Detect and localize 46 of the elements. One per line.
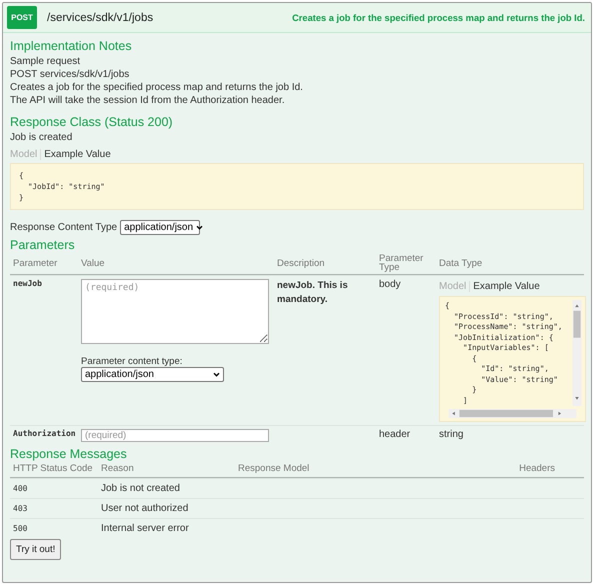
section-heading: Response Messages — [10, 447, 128, 461]
caret-icon — [196, 225, 204, 230]
column-header: Data Type — [439, 258, 484, 268]
data-type: string — [439, 429, 464, 440]
parameter-type: header — [379, 429, 410, 440]
content-type-label: Parameter content type: — [81, 356, 182, 367]
column-header: Response Model — [238, 463, 310, 474]
model-tab[interactable]: Example Value — [473, 281, 543, 292]
endpoint-summary: Creates a job for the specified process map and returns the job Id. — [292, 12, 585, 22]
section-heading: Parameters — [10, 238, 76, 252]
response-reason: Internal server error — [101, 523, 190, 534]
column-header: HTTP Status Code — [13, 463, 94, 474]
column-header: Reason — [101, 463, 135, 474]
status-code: 403 — [13, 504, 28, 513]
response-reason: User not authorized — [101, 503, 190, 514]
parameter-description: newJob. This is mandatory. — [277, 280, 348, 305]
note-line: Creates a job for the specified process map and returns the job Id. — [10, 81, 304, 94]
section-heading: Implementation Notes — [10, 39, 133, 53]
content-type-select[interactable]: application/json — [120, 220, 200, 235]
try-it-out-button[interactable]: Try it out! — [10, 539, 62, 560]
column-header: Description — [277, 258, 326, 268]
operation-header[interactable]: POST /services/sdk/v1/jobs Creates a job for the specified process map and returns the job Id. — [3, 3, 591, 33]
section-heading: Response Class (Status 200) — [10, 115, 174, 129]
content-type-label: Response Content Type — [10, 221, 118, 234]
parameter-textarea[interactable]: (required) — [81, 279, 269, 344]
status-code: 500 — [13, 524, 28, 533]
content-type-select[interactable]: application/json — [81, 367, 224, 382]
endpoint-path: /services/sdk/v1/jobs — [47, 12, 154, 24]
parameter-type: body — [379, 279, 401, 290]
caret-icon — [213, 372, 220, 377]
parameter-name: Authorization — [13, 429, 77, 440]
column-header: Headers — [519, 463, 556, 474]
response-reason: Job is not created — [101, 483, 181, 494]
model-tab[interactable]: Example Value — [44, 149, 114, 160]
note-line: The API will take the session Id from the Authorization header. — [10, 94, 286, 107]
vertical-scrollbar[interactable] — [572, 300, 582, 406]
parameter-input[interactable]: (required) — [81, 429, 269, 442]
status-code: 400 — [13, 484, 28, 493]
column-header: Parameter — [13, 258, 58, 268]
note-line: POST services/sdk/v1/jobs — [10, 68, 130, 81]
method-badge: POST — [7, 6, 37, 29]
column-header: Parameter Type — [379, 254, 424, 272]
note-line: Sample request — [10, 55, 82, 68]
response-description: Job is created — [10, 131, 74, 144]
parameter-name: newJob — [13, 279, 43, 290]
column-header: Value — [81, 258, 106, 268]
